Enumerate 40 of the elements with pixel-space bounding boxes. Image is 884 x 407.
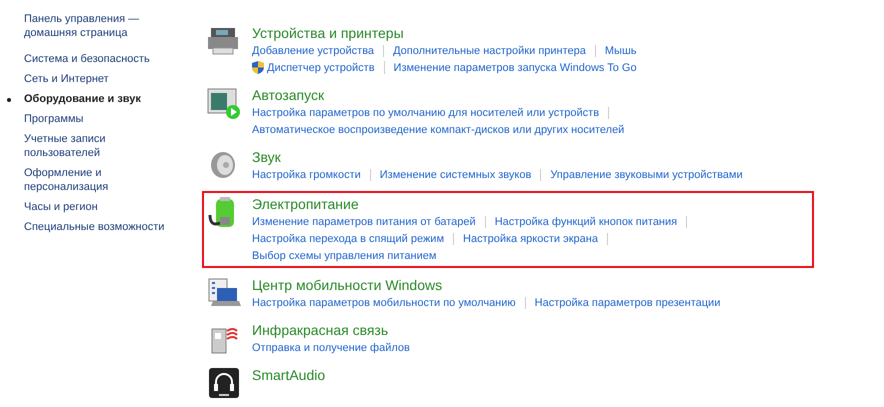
sidebar-item[interactable]: Программы [24,112,84,126]
headphones-icon [209,368,239,398]
settings-link[interactable]: Настройка функций кнопок питания [494,216,678,228]
settings-link[interactable]: Автоматическое воспроизведение компакт-дисков или других носителей [252,124,624,136]
settings-link[interactable]: Выбор схемы управления питанием [252,250,436,262]
settings-link[interactable]: Настройка перехода в спящий режим [252,232,444,244]
sidebar-item[interactable]: Оборудование и звук [24,92,141,106]
settings-link[interactable]: Настройка параметров презентации [534,296,720,308]
settings-link[interactable]: Дополнительные настройки принтера [393,44,586,56]
shield-icon [252,61,264,74]
settings-link[interactable]: Отправка и получение файлов [252,342,410,354]
settings-link[interactable]: Изменение системных звуков [380,168,532,180]
settings-link[interactable]: Настройка параметров по умолчанию для носителей или устройств [252,106,600,118]
category-title-link[interactable]: SmartAudio [252,366,326,384]
bullet-icon [7,98,11,102]
autoplay-icon [207,88,241,120]
laptop-icon [207,278,241,308]
sidebar-item[interactable]: Оформление и персонализация [24,166,184,194]
category-title-link[interactable]: Устройства и принтеры [252,24,637,42]
category-title-link[interactable]: Электропитание [252,195,696,213]
printer-icon [207,26,241,56]
sidebar-item[interactable]: Специальные возможности [24,220,164,234]
settings-link[interactable]: Изменение параметров запуска Windows To Go [394,62,637,74]
settings-link[interactable]: Настройка громкости [252,168,361,180]
settings-link[interactable]: Настройка яркости экрана [463,232,598,244]
settings-link[interactable]: Диспетчер устройств [267,62,375,74]
sidebar-item[interactable]: Учетные записи пользователей [24,132,184,160]
settings-link[interactable]: Добавление устройства [252,44,374,56]
settings-link[interactable]: Мышь [604,44,637,56]
sidebar-item[interactable]: Часы и регион [24,200,98,214]
settings-link[interactable]: Управление звуковыми устройствами [550,168,743,180]
sidebar-item[interactable]: Панель управления — домашняя страница [24,12,184,40]
category-title-link[interactable]: Автозапуск [252,86,624,104]
sidebar-item[interactable]: Система и безопасность [24,52,150,66]
category-title-link[interactable]: Центр мобильности Windows [252,276,720,294]
settings-link[interactable]: Настройка параметров мобильности по умолчанию [252,296,516,308]
category-title-link[interactable]: Инфракрасная связь [252,321,410,339]
sidebar-item[interactable]: Сеть и Интернет [24,72,109,86]
category-title-link[interactable]: Звук [252,148,743,166]
settings-link[interactable]: Изменение параметров питания от батарей [252,216,476,228]
